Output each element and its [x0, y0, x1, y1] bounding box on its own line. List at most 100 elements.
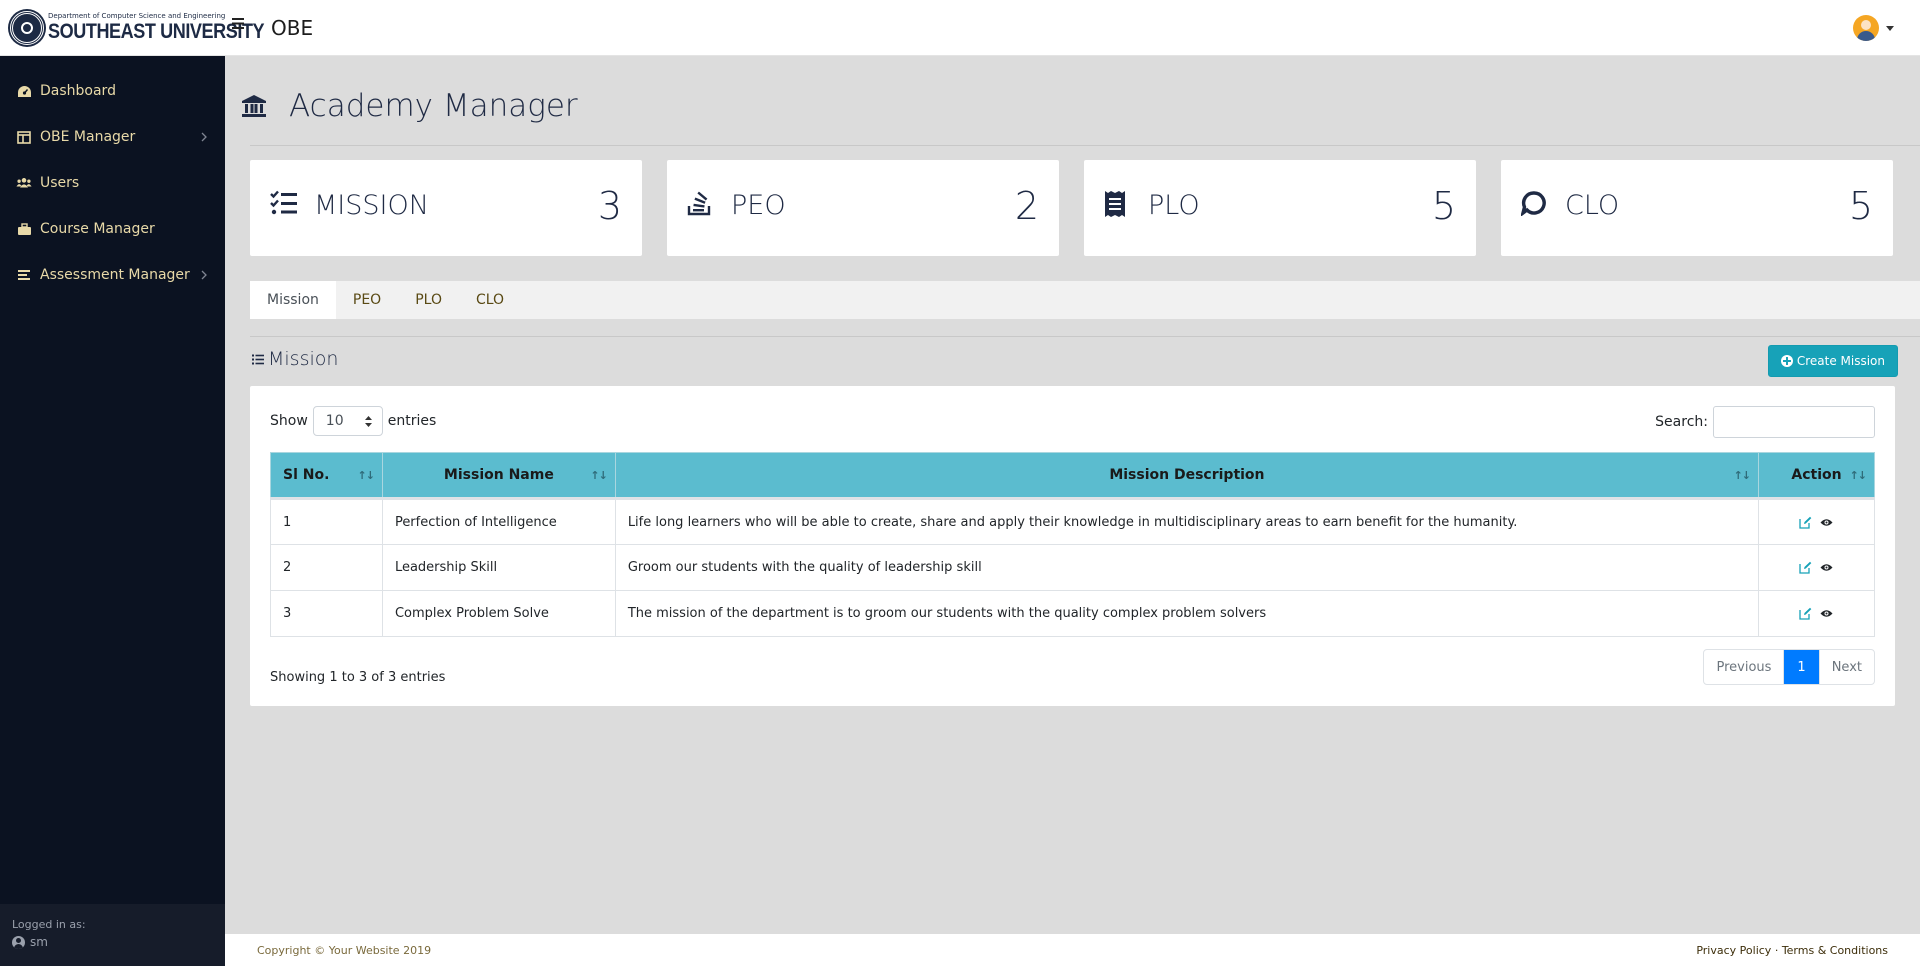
- cell-actions: [1758, 590, 1875, 637]
- tab-clo[interactable]: CLO: [459, 281, 521, 319]
- create-mission-button[interactable]: Create Mission: [1767, 345, 1898, 377]
- logged-in-user: sm: [12, 935, 225, 949]
- card-label: CLO: [1565, 190, 1620, 221]
- column-header-label: Mission Description: [1109, 467, 1265, 483]
- view-eye-icon[interactable]: [1820, 563, 1833, 572]
- pagination-next[interactable]: Next: [1818, 650, 1874, 684]
- sidebar-item-obe-manager[interactable]: OBE Manager: [0, 114, 225, 160]
- stack-icon: [687, 190, 711, 216]
- column-header-sl-no[interactable]: Sl No. ↑↓: [270, 452, 383, 500]
- cell-actions: [1758, 544, 1875, 591]
- tabs-divider: [250, 336, 1920, 337]
- card-count: 5: [1431, 184, 1456, 228]
- section-title-text: Mission: [268, 348, 339, 370]
- pagination-previous[interactable]: Previous: [1704, 650, 1785, 684]
- sidebar-footer: Logged in as: sm: [0, 904, 225, 966]
- table-info: Showing 1 to 3 of 3 entries: [270, 670, 446, 685]
- summary-cards: MISSION 3 PEO 2 PLO 5 CLO 5: [250, 160, 1893, 256]
- cell-mission-description: The mission of the department is to groo…: [614, 590, 1760, 637]
- cell-mission-description: Life long learners who will be able to c…: [614, 498, 1760, 545]
- column-header-label: Action: [1791, 467, 1842, 483]
- sidebar-item-label: OBE Manager: [40, 129, 136, 145]
- app-title: OBE: [271, 16, 314, 40]
- terms-conditions-link[interactable]: Terms & Conditions: [1782, 944, 1888, 957]
- entries-select-value: 10: [325, 413, 344, 429]
- cell-actions: [1758, 498, 1875, 545]
- card-plo[interactable]: PLO 5: [1084, 160, 1476, 256]
- user-circle-icon: [12, 935, 25, 949]
- page-heading: Academy Manager: [241, 88, 578, 124]
- view-eye-icon[interactable]: [1820, 518, 1833, 527]
- tab-plo[interactable]: PLO: [398, 281, 459, 319]
- view-eye-icon[interactable]: [1820, 609, 1833, 618]
- sidebar-item-label: Course Manager: [40, 221, 155, 237]
- cell-mission-name: Complex Problem Solve: [381, 590, 616, 637]
- edit-icon[interactable]: [1799, 561, 1812, 574]
- column-header-mission-description[interactable]: Mission Description ↑↓: [614, 452, 1760, 500]
- logged-in-username: sm: [30, 935, 48, 949]
- card-count: 5: [1848, 184, 1873, 228]
- receipt-icon: [1104, 190, 1126, 218]
- cell-sl-no: 1: [270, 498, 383, 545]
- card-label: PLO: [1148, 190, 1200, 221]
- comment-icon: [1521, 190, 1547, 216]
- pagination: Previous 1 Next: [1703, 649, 1875, 685]
- user-menu-dropdown[interactable]: [1853, 15, 1894, 41]
- logo-text: Department of Computer Science and Engin…: [48, 12, 299, 43]
- pagination-page-1[interactable]: 1: [1784, 650, 1819, 684]
- column-header-label: Mission Name: [443, 467, 554, 483]
- sort-icon: ↑↓: [1733, 469, 1751, 482]
- table-search-control: Search:: [1655, 406, 1875, 438]
- main-content: Academy Manager MISSION 3 PEO 2 PLO 5 CL…: [225, 56, 1920, 934]
- sidebar-item-dashboard[interactable]: Dashboard: [0, 68, 225, 114]
- page-footer: Copyright © Your Website 2019 Privacy Po…: [225, 934, 1920, 966]
- card-count: 2: [1014, 184, 1039, 228]
- edit-icon[interactable]: [1799, 607, 1812, 620]
- sort-icon: ↑↓: [357, 469, 375, 482]
- edit-icon[interactable]: [1799, 516, 1812, 529]
- list-icon: [16, 267, 32, 283]
- caret-down-icon: [1886, 25, 1894, 31]
- cell-sl-no: 2: [270, 544, 383, 591]
- cell-mission-name: Perfection of Intelligence: [381, 498, 616, 545]
- privacy-policy-link[interactable]: Privacy Policy: [1696, 944, 1771, 957]
- sort-icon: ↑↓: [1849, 469, 1867, 482]
- university-logo[interactable]: Department of Computer Science and Engin…: [10, 8, 299, 48]
- briefcase-icon: [16, 221, 32, 237]
- select-arrows-icon: [364, 416, 372, 427]
- footer-links: Privacy Policy · Terms & Conditions: [1696, 944, 1888, 957]
- sidebar-item-label: Dashboard: [40, 83, 116, 99]
- users-icon: [16, 175, 32, 191]
- sidebar-item-users[interactable]: Users: [0, 160, 225, 206]
- search-label: Search:: [1655, 414, 1708, 430]
- card-peo[interactable]: PEO 2: [667, 160, 1059, 256]
- table-row: 2 Leadership Skill Groom our students wi…: [270, 544, 1875, 591]
- heading-divider: [250, 145, 1920, 146]
- sidebar-item-assessment-manager[interactable]: Assessment Manager: [0, 252, 225, 298]
- tab-peo[interactable]: PEO: [336, 281, 398, 319]
- sidebar-item-label: Users: [40, 175, 80, 191]
- tab-mission[interactable]: Mission: [250, 281, 336, 319]
- search-input[interactable]: [1713, 406, 1875, 438]
- list-ul-icon: [252, 354, 264, 365]
- entries-select[interactable]: 10: [312, 406, 383, 436]
- cell-mission-name: Leadership Skill: [381, 544, 616, 591]
- mission-table-panel: Show 10 entries Search: Sl No. ↑↓ Mission…: [250, 386, 1895, 706]
- table-row: 1 Perfection of Intelligence Life long l…: [270, 498, 1875, 545]
- plus-circle-icon: [1780, 355, 1793, 367]
- columns-icon: [16, 129, 32, 145]
- top-navbar: Department of Computer Science and Engin…: [0, 0, 1920, 56]
- page-title: Academy Manager: [289, 88, 578, 124]
- card-mission[interactable]: MISSION 3: [250, 160, 642, 256]
- card-clo[interactable]: CLO 5: [1501, 160, 1893, 256]
- table-row: 3 Complex Problem Solve The mission of t…: [270, 590, 1875, 637]
- column-header-action[interactable]: Action ↑↓: [1758, 452, 1875, 500]
- column-header-label: Sl No.: [283, 467, 330, 483]
- table-header-row: Sl No. ↑↓ Mission Name ↑↓ Mission Descript…: [270, 452, 1875, 500]
- menu-toggle-icon[interactable]: [232, 18, 244, 29]
- cell-mission-description: Groom our students with the quality of l…: [614, 544, 1760, 591]
- sidebar-item-course-manager[interactable]: Course Manager: [0, 206, 225, 252]
- sidebar: Dashboard OBE Manager Users Course Manag…: [0, 56, 225, 966]
- column-header-mission-name[interactable]: Mission Name ↑↓: [381, 452, 616, 500]
- tasks-icon: [270, 190, 298, 216]
